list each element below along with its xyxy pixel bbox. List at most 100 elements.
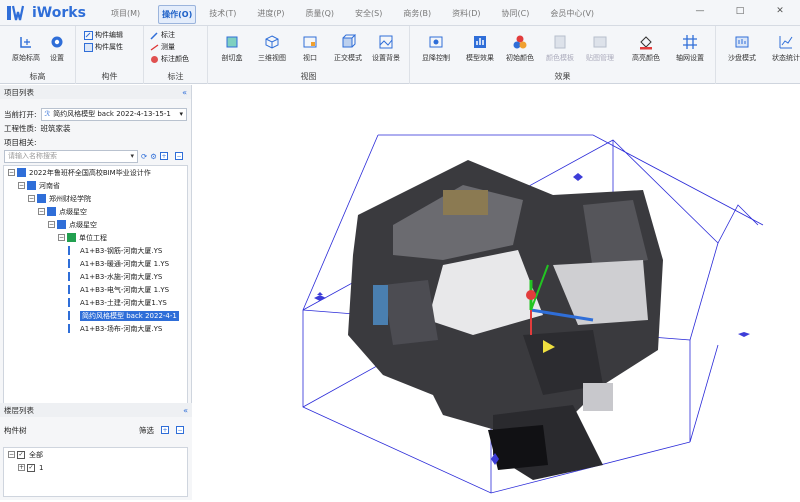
tree-node[interactable]: A1+B3-场布-河南大厦.YS [4,322,187,335]
current-project-select[interactable]: ℛ 简约风格模型 back 2022-4-13-15-1 ▾ [40,107,187,121]
gear-icon[interactable]: ⚙ [150,152,157,161]
tree-node[interactable]: A1+B3-电气-河南大厦 1.YS [4,283,187,296]
ribbon-group-elevation: 原始标高 设置 标高 [0,26,76,84]
right-handle-icon[interactable] [738,332,750,337]
model-effect-icon [474,36,486,48]
app-logo: iWorks [6,4,86,22]
menu-safety[interactable]: 安全(S) [352,5,385,24]
3d-viewport[interactable] [193,85,800,500]
highlight-color-button[interactable]: 高亮颜色 [622,34,670,63]
folder-icon [37,194,46,203]
maximize-button[interactable]: □ [720,0,760,22]
expand-toggle-icon[interactable]: − [8,169,15,176]
properties-icon [84,42,93,52]
menu-documents[interactable]: 资料(D) [449,5,483,24]
ribbon-group-effects: 显降控制 模型效果 初始颜色 颜色模板 贴图管理 高亮颜色 轴网设置 效果 [410,26,716,84]
refresh-icon[interactable]: ⟳ [141,152,147,161]
expand-toggle-icon[interactable]: − [58,234,65,241]
annotation-color-button[interactable]: 标注颜色 [150,54,189,64]
tree-node[interactable]: − 郑州财经学院 [4,192,187,205]
ribbon-group-view: 剖切盒 三维视图 视口 正交模式 设置背景 视图 [208,26,410,84]
project-related-row: 项目相关: [4,137,37,147]
expand-all-icon[interactable]: + [160,152,168,160]
collapse-icon[interactable]: « [183,406,188,415]
component-properties-button[interactable]: 构件属性 [84,42,123,52]
floor-checkbox[interactable]: ✓ [27,463,35,472]
title-bar: iWorks 项目(M) 操作(O) 技术(T) 进度(P) 质量(Q) 安全(… [0,0,800,26]
tree-node[interactable]: 简约风格模型 back 2022-4-1 [4,309,187,322]
close-button[interactable]: ✕ [760,0,800,22]
folder-icon [17,168,26,177]
expand-toggle-icon[interactable]: + [18,464,25,471]
minimize-button[interactable]: — [680,0,720,22]
expand-toggle-icon[interactable]: − [18,182,25,189]
component-edit-button[interactable]: 构件编辑 [84,30,123,40]
visibility-control-button[interactable]: 显降控制 [412,34,460,63]
status-statistics-button[interactable]: 状态统计 [762,34,800,63]
menu-business[interactable]: 商务(B) [400,5,434,24]
annotate-button[interactable]: 标注 [150,30,175,40]
tree-node[interactable]: − 河南省 [4,179,187,192]
tree-node[interactable]: − 2022年鲁班杯全国高校BIM毕业设计作 [4,166,187,179]
tree-node[interactable]: − 点缀星空 [4,205,187,218]
background-settings-button[interactable]: 设置背景 [362,34,410,63]
pen-icon [150,31,158,40]
texture-management-button[interactable]: 贴图管理 [576,34,624,63]
tree-node-label: A1+B3-场布-河南大厦.YS [80,324,163,333]
tree-node[interactable]: − 单位工程 [4,231,187,244]
collapse-all-icon[interactable]: − [176,426,184,434]
ruler-icon [150,43,159,51]
folder-icon [47,207,56,216]
expand-all-icon[interactable]: + [161,426,169,434]
visibility-icon [429,36,443,48]
floor-checkbox[interactable]: ✓ [17,450,25,459]
tree-node[interactable]: A1+B3-土建-河南大厦1.YS [4,296,187,309]
measure-button[interactable]: 测量 [150,42,175,52]
menu-technology[interactable]: 技术(T) [206,5,239,24]
project-list-header: 项目列表 « [0,85,191,99]
tree-node-label: A1+B3-暖通-河南大厦 1.YS [80,259,170,268]
menu-progress[interactable]: 进度(P) [254,5,287,24]
tree-node-label: A1+B3-土建-河南大厦1.YS [80,298,167,307]
ribbon-group-annotation: 标注 测量 标注颜色 标注 [144,26,208,84]
floor-label: 全部 [29,450,43,459]
menu-project[interactable]: 项目(M) [108,5,143,24]
expand-toggle-icon[interactable]: − [8,451,15,458]
palette-icon [151,55,158,63]
tree-node[interactable]: A1+B3-钢筋-河南大厦.YS [4,244,187,257]
menu-member-center[interactable]: 会员中心(V) [547,5,597,24]
top-handle-icon[interactable] [573,173,583,181]
menu-quality[interactable]: 质量(Q) [303,5,338,24]
color-dots-icon [513,35,527,49]
folder-icon [67,233,76,242]
left-handle-icon[interactable] [314,292,326,301]
tree-node-label: 郑州财经学院 [49,194,91,203]
expand-toggle-icon[interactable]: − [28,195,35,202]
sandbox-mode-button[interactable]: 沙盘模式 [718,34,766,63]
cube-icon [265,35,279,49]
tree-node[interactable]: A1+B3-水施-河南大厦.YS [4,270,187,283]
expand-toggle-icon[interactable]: − [48,221,55,228]
expand-toggle-icon[interactable]: − [38,208,45,215]
project-property-row: 工程性质: 班筑家装 [4,123,71,133]
section-box-icon [226,36,238,48]
window-controls: — □ ✕ [680,0,800,22]
paint-bucket-icon [640,36,652,50]
left-panel: 项目列表 « 当前打开: ℛ 简约风格模型 back 2022-4-13-15-… [0,85,192,500]
grid-settings-button[interactable]: 轴网设置 [666,34,714,63]
tree-node[interactable]: − 点缀星空 [4,218,187,231]
iworks-logo-icon [7,5,25,21]
collapse-all-icon[interactable]: − [175,152,183,160]
tree-node[interactable]: A1+B3-暖通-河南大厦 1.YS [4,257,187,270]
menu-operation[interactable]: 操作(O) [158,5,197,24]
model-canvas[interactable] [193,85,800,500]
tree-node-label: A1+B3-电气-河南大厦 1.YS [80,285,170,294]
search-input[interactable]: 请输入名称搜索 ▾ [4,149,138,163]
menu-collaboration[interactable]: 协同(C) [499,5,533,24]
floor-tree-node[interactable]: − ✓ 全部 [4,448,187,461]
collapse-icon[interactable]: « [182,88,187,97]
tree-node-label: 2022年鲁班杯全国高校BIM毕业设计作 [29,168,151,177]
filter-button[interactable]: 筛选 [139,425,154,436]
settings-button[interactable]: 设置 [33,34,81,63]
floor-tree-node[interactable]: + ✓ 1 [4,461,187,474]
